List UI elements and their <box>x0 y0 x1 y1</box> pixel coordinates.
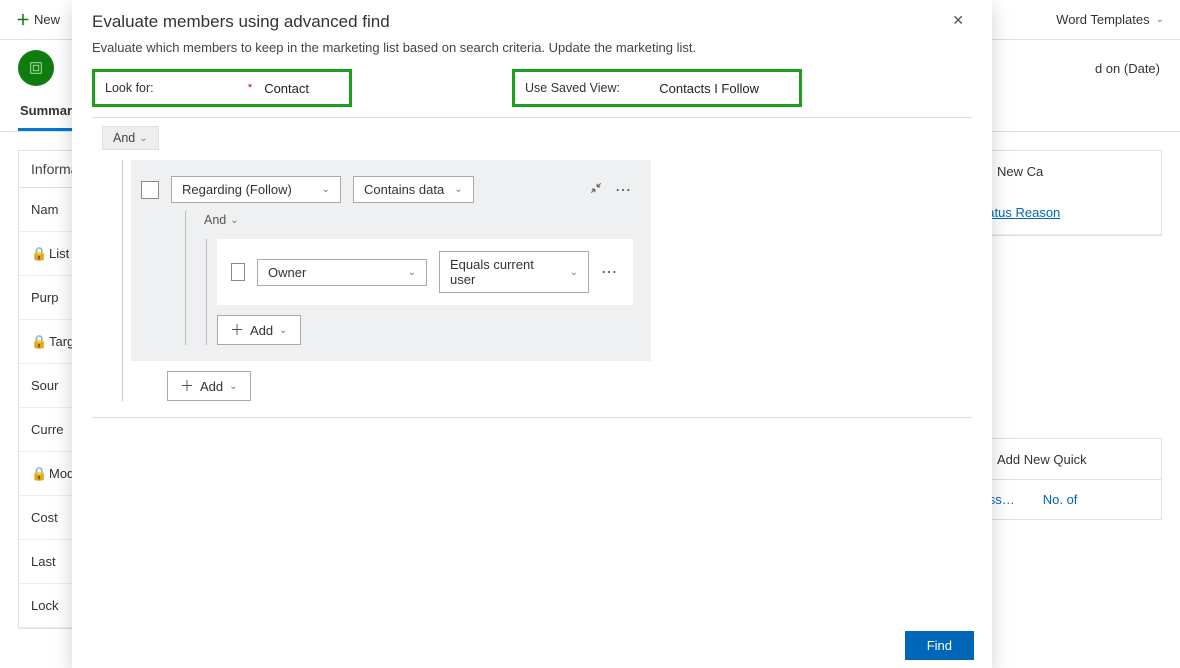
look-for-label: Look for: <box>105 81 154 95</box>
advanced-find-modal: Evaluate members using advanced find ✕ E… <box>72 0 992 668</box>
saved-view-value: Contacts I Follow <box>659 81 789 96</box>
look-for-selector[interactable]: Look for: * Contact <box>92 69 352 107</box>
close-icon[interactable]: ✕ <box>952 12 964 29</box>
row-checkbox[interactable] <box>141 181 159 199</box>
chevron-down-icon: ⌄ <box>322 184 330 195</box>
new-record-button[interactable]: ＋ New <box>8 6 68 34</box>
chevron-down-icon: ⌄ <box>1156 14 1164 25</box>
add-condition-inner[interactable]: ＋ Add ⌄ <box>217 315 301 345</box>
modal-title: Evaluate members using advanced find <box>92 12 390 32</box>
row-more-menu[interactable]: ⋯ <box>615 180 633 200</box>
chevron-down-icon: ⌄ <box>454 184 462 195</box>
required-indicator: * <box>248 82 252 94</box>
row-checkbox[interactable] <box>231 263 245 281</box>
new-ca-button[interactable]: ＋ New Ca <box>963 151 1161 191</box>
lock-icon: 🔒 <box>31 466 45 482</box>
divider <box>92 417 972 418</box>
chevron-down-icon: ⌄ <box>408 267 416 278</box>
word-templates-menu[interactable]: Word Templates ⌄ <box>1048 8 1172 31</box>
lock-icon: 🔒 <box>31 334 45 350</box>
saved-view-label: Use Saved View: <box>525 81 620 95</box>
field-picker-regarding[interactable]: Regarding (Follow) ⌄ <box>171 176 341 203</box>
word-templates-label: Word Templates <box>1056 12 1149 27</box>
record-entity-icon <box>18 50 54 86</box>
chevron-down-icon: ⌄ <box>229 381 237 392</box>
plus-icon: ＋ <box>16 10 30 30</box>
add-new-quick-button[interactable]: ＋ Add New Quick <box>963 439 1161 479</box>
plus-icon: ＋ <box>230 320 244 340</box>
chevron-down-icon: ⌄ <box>279 325 287 336</box>
saved-view-selector[interactable]: Use Saved View: Contacts I Follow <box>512 69 802 107</box>
chevron-down-icon: ⌄ <box>570 267 578 278</box>
add-condition-outer[interactable]: ＋ Add ⌄ <box>167 371 251 401</box>
header-date-field-label: d on (Date) <box>1095 61 1160 76</box>
chevron-down-icon: ⌄ <box>139 133 147 144</box>
look-for-value: Contact <box>264 81 339 96</box>
no-of-link[interactable]: No. of <box>1043 492 1078 507</box>
nested-and-operator[interactable]: And ⌄ <box>198 211 245 229</box>
field-picker-owner[interactable]: Owner ⌄ <box>257 259 427 286</box>
chevron-down-icon: ⌄ <box>230 215 238 226</box>
new-label: New <box>34 12 60 27</box>
operator-picker-contains[interactable]: Contains data ⌄ <box>353 176 474 203</box>
operator-picker-equals-current-user[interactable]: Equals current user ⌄ <box>439 251 589 293</box>
find-button[interactable]: Find <box>905 631 974 660</box>
lock-icon: 🔒 <box>31 246 45 262</box>
modal-subtitle: Evaluate which members to keep in the ma… <box>72 40 992 69</box>
root-and-operator[interactable]: And ⌄ <box>102 126 159 150</box>
collapse-icon[interactable] <box>589 181 603 198</box>
row-more-menu[interactable]: ⋯ <box>601 262 619 282</box>
plus-icon: ＋ <box>180 376 194 396</box>
